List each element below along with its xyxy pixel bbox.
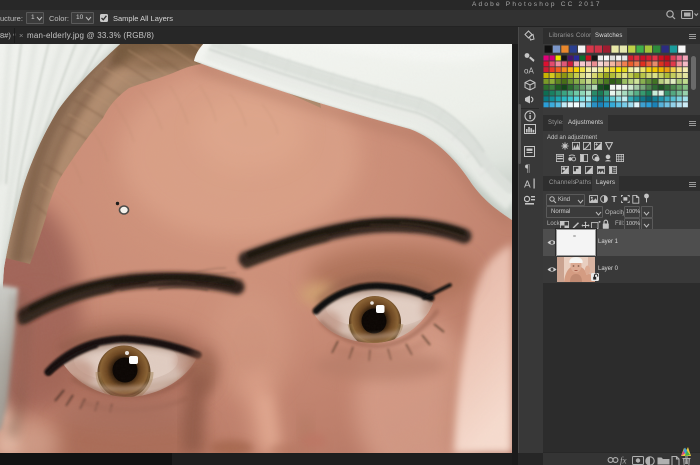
svg-text:T: T <box>612 194 618 203</box>
svg-text:¶: ¶ <box>525 163 530 174</box>
svg-text:A: A <box>524 180 531 190</box>
svg-text:fx: fx <box>620 456 627 465</box>
svg-text:oA: oA <box>524 67 534 76</box>
